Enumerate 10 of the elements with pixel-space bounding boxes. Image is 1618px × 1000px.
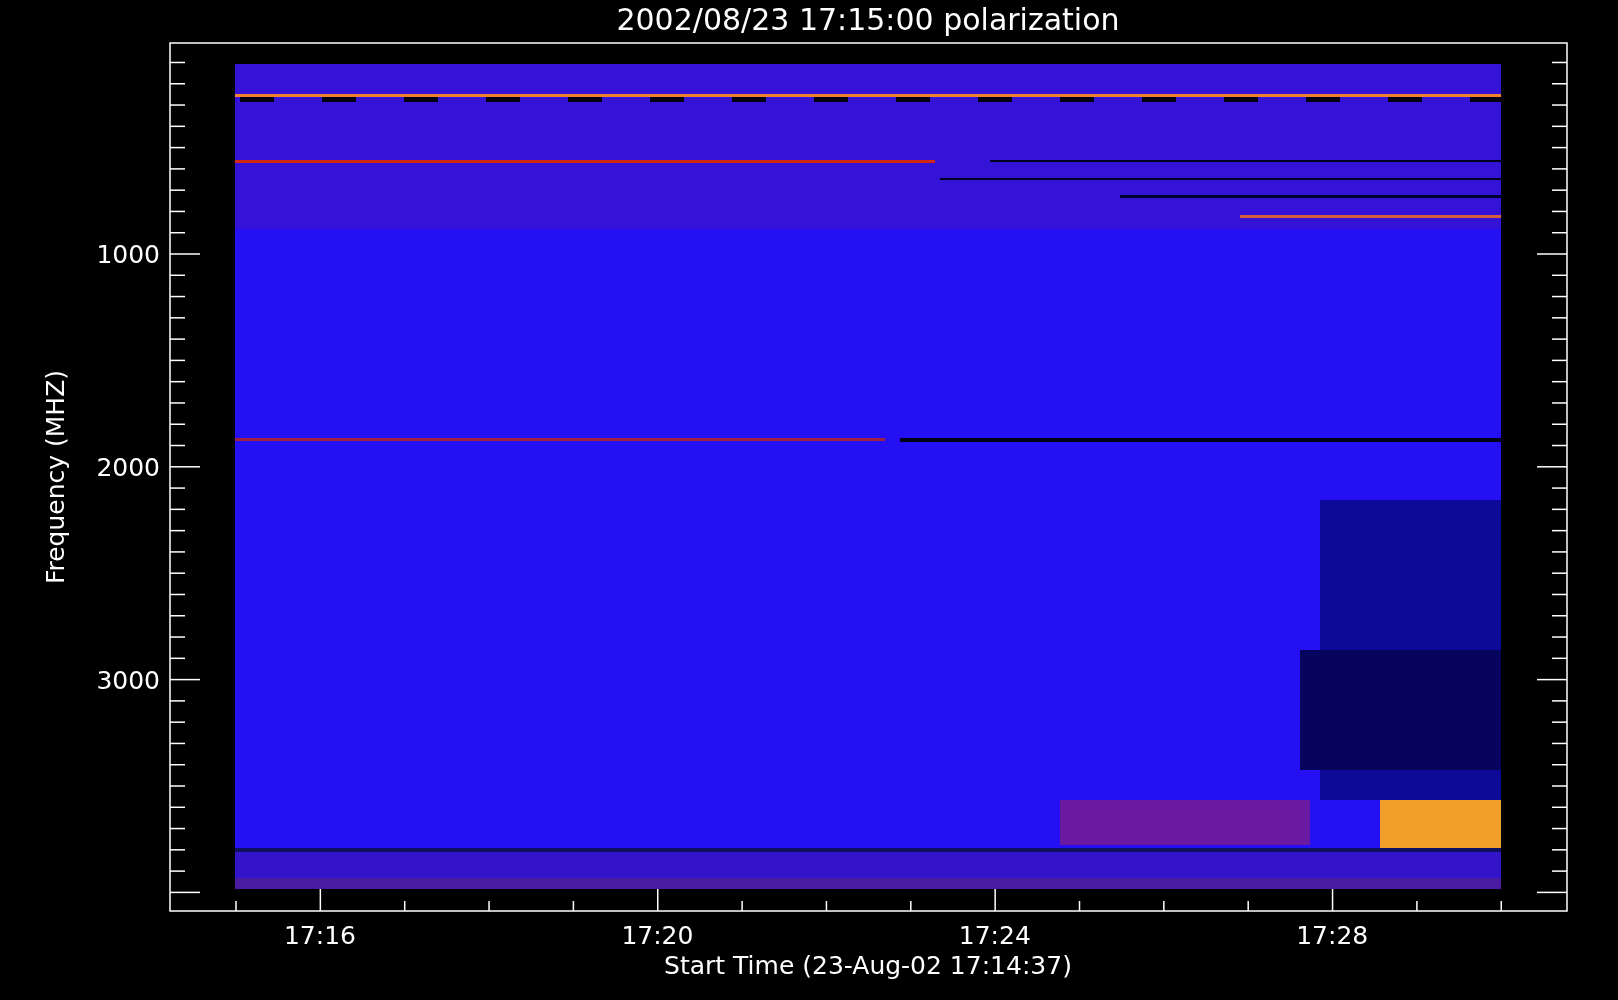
x-axis-label: Start Time (23-Aug-02 17:14:37) xyxy=(664,951,1072,980)
x-tick-label: 17:20 xyxy=(621,921,694,950)
chart-title: 2002/08/23 17:15:00 polarization xyxy=(616,2,1120,37)
y-tick-label: 1000 xyxy=(96,240,160,269)
y-axis-label: Frequency (MHZ) xyxy=(41,369,70,585)
y-tick-label: 3000 xyxy=(96,665,160,695)
x-tick-label: 17:24 xyxy=(958,921,1031,950)
x-tick-label: 17:28 xyxy=(1296,921,1369,950)
x-tick-label: 17:16 xyxy=(284,921,356,950)
y-tick-label: 2000 xyxy=(96,452,160,482)
